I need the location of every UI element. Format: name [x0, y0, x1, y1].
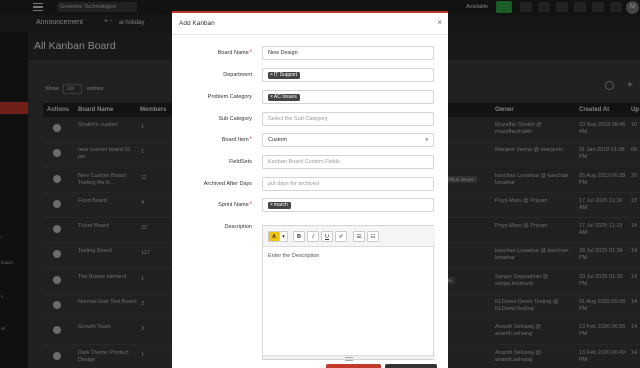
remove-chip-icon[interactable]: × — [270, 94, 273, 100]
modal-title: Add Kanban — [179, 20, 215, 27]
department-multiselect[interactable]: ×IT Support — [262, 68, 434, 82]
numbered-list-icon[interactable]: ☷ — [367, 231, 379, 242]
sub-category-row: Sub Category Select the Sub Category — [172, 112, 448, 127]
archived-days-row: Archived After Days put days for archive… — [172, 177, 448, 192]
sprint-name-label: Sprint Name* — [218, 202, 252, 208]
bold-icon[interactable]: B — [293, 231, 305, 242]
close-icon[interactable]: × — [437, 18, 442, 27]
description-editor[interactable]: A ▾ B I U ✐ ☰ ☷ Enter the Description — [262, 225, 435, 361]
sprint-chip: ×march — [268, 202, 291, 209]
archived-days-label: Archived After Days — [203, 181, 252, 187]
remove-chip-icon[interactable]: × — [270, 202, 273, 208]
department-chip: ×IT Support — [268, 72, 301, 79]
sprint-name-row: Sprint Name* ×march — [172, 198, 448, 213]
editor-resize-handle[interactable] — [263, 355, 435, 361]
board-item-row: Board Item* Custom ▾ — [172, 133, 448, 148]
chevron-down-icon[interactable]: ▾ — [280, 231, 288, 242]
fieldsets-select[interactable]: Kanban Board Custom Fields — [262, 155, 434, 169]
board-item-select[interactable]: Custom ▾ — [262, 133, 434, 147]
problem-category-chip: ×AC Issues — [268, 94, 300, 101]
sub-category-label: Sub Category — [218, 116, 252, 122]
board-name-label: Board Name* — [217, 50, 252, 56]
sub-category-select[interactable]: Select the Sub Category — [262, 112, 434, 126]
editor-toolbar: A ▾ B I U ✐ ☰ ☷ — [263, 226, 435, 247]
archived-days-input[interactable]: put days for archived — [262, 177, 434, 191]
fieldsets-label: FieldSets — [229, 159, 252, 165]
bullet-list-icon[interactable]: ☰ — [353, 231, 365, 242]
fieldsets-row: FieldSets Kanban Board Custom Fields — [172, 155, 448, 170]
problem-category-multiselect[interactable]: ×AC Issues — [262, 90, 434, 104]
problem-category-row: Problem Category ×AC Issues — [172, 90, 448, 105]
department-label: Department — [223, 72, 252, 78]
description-placeholder[interactable]: Enter the Description — [268, 253, 319, 259]
remove-chip-icon[interactable]: × — [270, 72, 273, 78]
problem-category-label: Problem Category — [207, 94, 252, 100]
cancel-button[interactable] — [385, 364, 437, 368]
underline-icon[interactable]: U — [321, 231, 333, 242]
add-kanban-modal: Add Kanban × Board Name* New Design Depa… — [172, 11, 448, 368]
eraser-icon[interactable]: ✐ — [335, 231, 347, 242]
sprint-name-multiselect[interactable]: ×march — [262, 198, 434, 212]
italic-icon[interactable]: I — [307, 231, 319, 242]
chevron-down-icon: ▾ — [425, 137, 428, 143]
font-color-icon[interactable]: A — [268, 231, 280, 242]
board-name-row: Board Name* New Design — [172, 46, 448, 61]
department-row: Department ×IT Support — [172, 68, 448, 83]
description-label: Description — [224, 224, 252, 230]
board-item-label: Board Item* — [221, 137, 252, 143]
save-button[interactable] — [326, 364, 381, 368]
board-name-input[interactable]: New Design — [262, 46, 434, 60]
modal-header: Add Kanban × — [172, 13, 448, 35]
